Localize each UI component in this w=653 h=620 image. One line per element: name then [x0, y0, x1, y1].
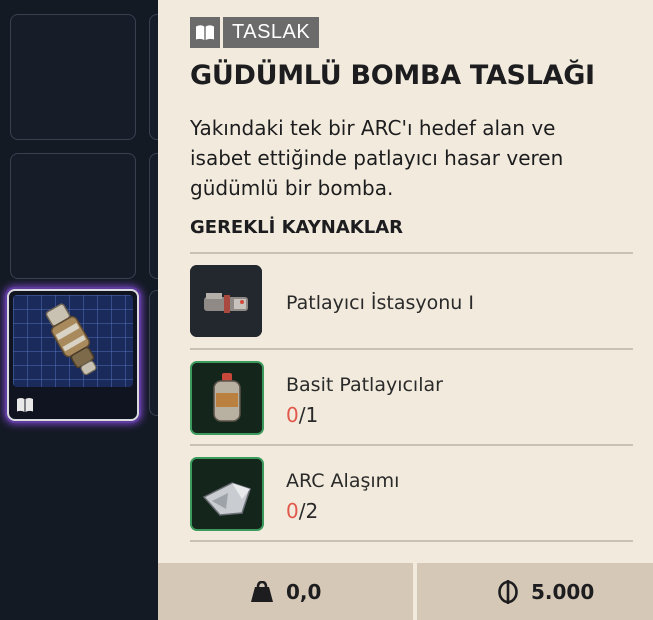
required-count: /1	[298, 403, 319, 427]
requirement-row[interactable]: Basit Patlayıcılar 0/1	[190, 354, 633, 440]
item-title: GÜDÜMLÜ BOMBA TASLAĞI	[190, 60, 595, 91]
inventory-slot-selected[interactable]	[7, 289, 139, 421]
owned-count: 0	[286, 403, 299, 427]
owned-count: 0	[286, 499, 299, 523]
price-value: 5.000	[531, 579, 595, 604]
divider	[190, 252, 633, 254]
requirements-heading: GEREKLİ KAYNAKLAR	[190, 217, 404, 238]
inventory-slot-empty[interactable]	[10, 14, 136, 140]
requirement-count: 0/2	[286, 499, 318, 523]
requirement-name: ARC Alaşımı	[286, 470, 400, 492]
blueprint-badge: TASLAK	[190, 17, 320, 48]
footer-divider	[413, 563, 417, 620]
item-footer: 0,0 5.000	[158, 563, 653, 620]
item-detail-panel: TASLAK GÜDÜMLÜ BOMBA TASLAĞI Yakındaki t…	[158, 0, 653, 620]
price-stat: 5.000	[497, 563, 594, 620]
book-icon	[190, 17, 220, 48]
inventory-grid	[0, 0, 191, 620]
coin-icon	[498, 579, 518, 604]
weight-icon	[251, 580, 273, 602]
requirement-row[interactable]: Patlayıcı İstasyonu I	[190, 258, 633, 344]
divider	[190, 540, 633, 542]
book-icon	[17, 398, 33, 412]
requirement-row[interactable]: ARC Alaşımı 0/2	[190, 450, 633, 536]
divider	[190, 444, 633, 446]
station-icon	[190, 265, 262, 337]
guided-bomb-icon	[45, 303, 97, 376]
badge-label: TASLAK	[223, 17, 320, 48]
weight-stat: 0,0	[250, 563, 321, 620]
item-description: Yakındaki tek bir ARC'ı hedef alan ve is…	[190, 116, 564, 200]
required-count: /2	[298, 499, 319, 523]
requirement-count: 0/1	[286, 403, 318, 427]
divider	[190, 348, 633, 350]
explosive-bottle-icon	[190, 361, 264, 435]
requirement-name: Basit Patlayıcılar	[286, 374, 443, 396]
weight-value: 0,0	[286, 579, 322, 604]
arc-alloy-icon	[190, 457, 264, 531]
inventory-slot-empty[interactable]	[10, 153, 136, 279]
requirement-name: Patlayıcı İstasyonu I	[286, 292, 474, 314]
